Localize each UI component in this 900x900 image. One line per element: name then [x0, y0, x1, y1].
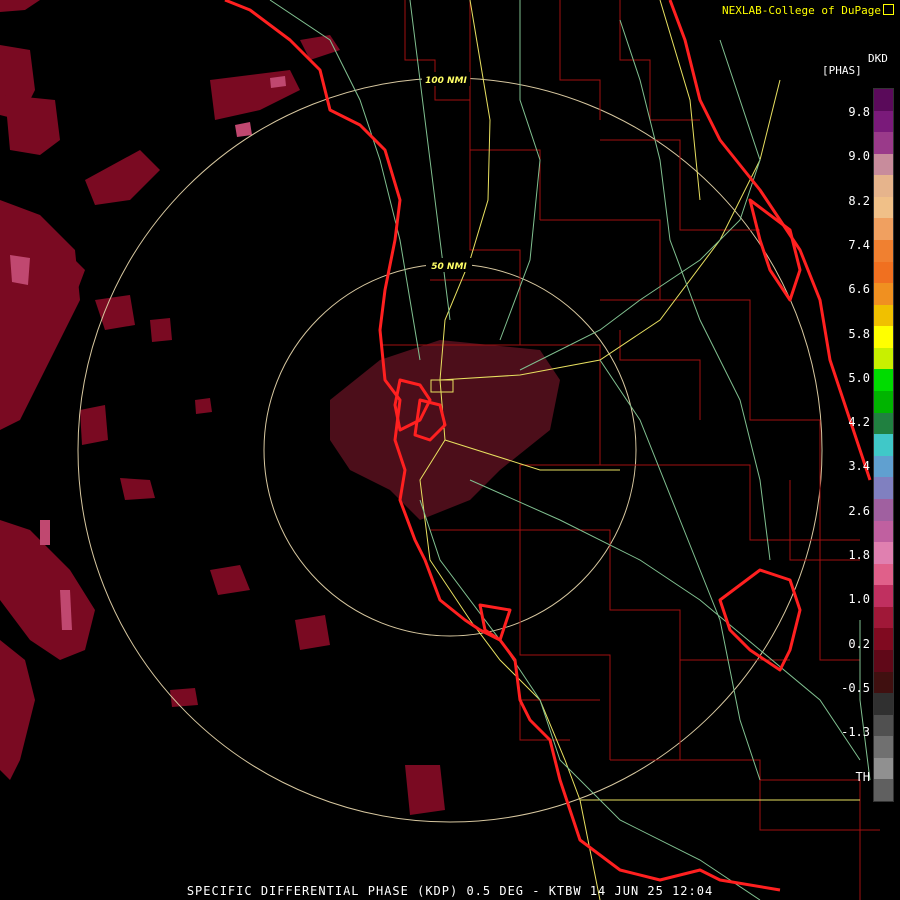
color-swatch	[874, 153, 893, 176]
legend-units: [PHAS]	[822, 64, 862, 77]
legend-tick-label: 5.0	[848, 370, 870, 385]
color-swatch	[874, 757, 893, 780]
color-swatch	[874, 563, 893, 586]
legend-tick-label: 7.4	[848, 237, 870, 252]
legend-tick-label: -0.5	[841, 680, 870, 695]
legend-tick-label: 4.2	[848, 415, 870, 430]
legend-title: DKD	[868, 52, 888, 65]
color-swatch	[874, 498, 893, 521]
credit-label: NEXLAB-College of DuPage	[722, 4, 894, 17]
color-swatch	[874, 304, 893, 327]
color-swatch	[874, 520, 893, 543]
legend-tick-label: 5.8	[848, 326, 870, 341]
credit-text: NEXLAB-College of DuPage	[722, 4, 881, 17]
ring-label-100: 100 NMI	[425, 76, 467, 86]
legend-ticks: 9.8 9.0 8.2 7.4 6.6 5.8 5.0 4.2 3.4 2.6 1.8 1.0 0.2 -…	[830, 100, 870, 800]
color-swatch	[874, 218, 893, 241]
color-swatch	[874, 477, 893, 500]
color-swatch	[874, 326, 893, 349]
legend-tick-label: 0.2	[848, 636, 870, 651]
ring-label-50: 50 NMI	[431, 262, 467, 272]
color-swatch	[874, 585, 893, 608]
color-swatch	[874, 347, 893, 370]
color-swatch	[874, 240, 893, 263]
color-swatch	[874, 693, 893, 716]
legend-tick-label: 1.8	[848, 548, 870, 562]
legend-tick-label: TH	[855, 769, 870, 784]
color-swatch	[874, 89, 893, 112]
color-swatch	[874, 369, 893, 392]
color-swatch	[874, 606, 893, 629]
color-swatch	[874, 671, 893, 694]
color-swatch	[874, 175, 893, 198]
radar-map[interactable]: 100 NMI 50 NMI	[0, 0, 900, 900]
color-swatch	[874, 736, 893, 759]
legend-tick-label: 9.0	[848, 149, 870, 164]
color-swatch	[874, 779, 893, 802]
legend-tick-label: 2.6	[848, 503, 870, 518]
color-scale	[873, 88, 894, 802]
color-swatch	[874, 196, 893, 219]
credit-logo-icon	[883, 4, 894, 15]
color-swatch	[874, 542, 893, 565]
color-swatch	[874, 391, 893, 414]
legend-tick-label: 1.0	[848, 592, 870, 607]
color-swatch	[874, 628, 893, 651]
product-caption: SPECIFIC DIFFERENTIAL PHASE (KDP) 0.5 DE…	[186, 884, 714, 898]
color-swatch	[874, 434, 893, 457]
color-swatch	[874, 649, 893, 673]
legend-tick-label: -1.3	[841, 725, 870, 740]
color-swatch	[874, 110, 893, 133]
color-swatch	[874, 412, 893, 435]
color-swatch	[874, 714, 893, 737]
legend-tick-label: 6.6	[848, 282, 870, 297]
legend-tick-label: 3.4	[848, 459, 870, 474]
legend-tick-label: 9.8	[848, 105, 870, 119]
color-swatch	[874, 283, 893, 306]
color-swatch	[874, 261, 893, 284]
legend-tick-label: 8.2	[848, 193, 870, 208]
color-swatch	[874, 132, 893, 155]
color-swatch	[874, 455, 893, 478]
